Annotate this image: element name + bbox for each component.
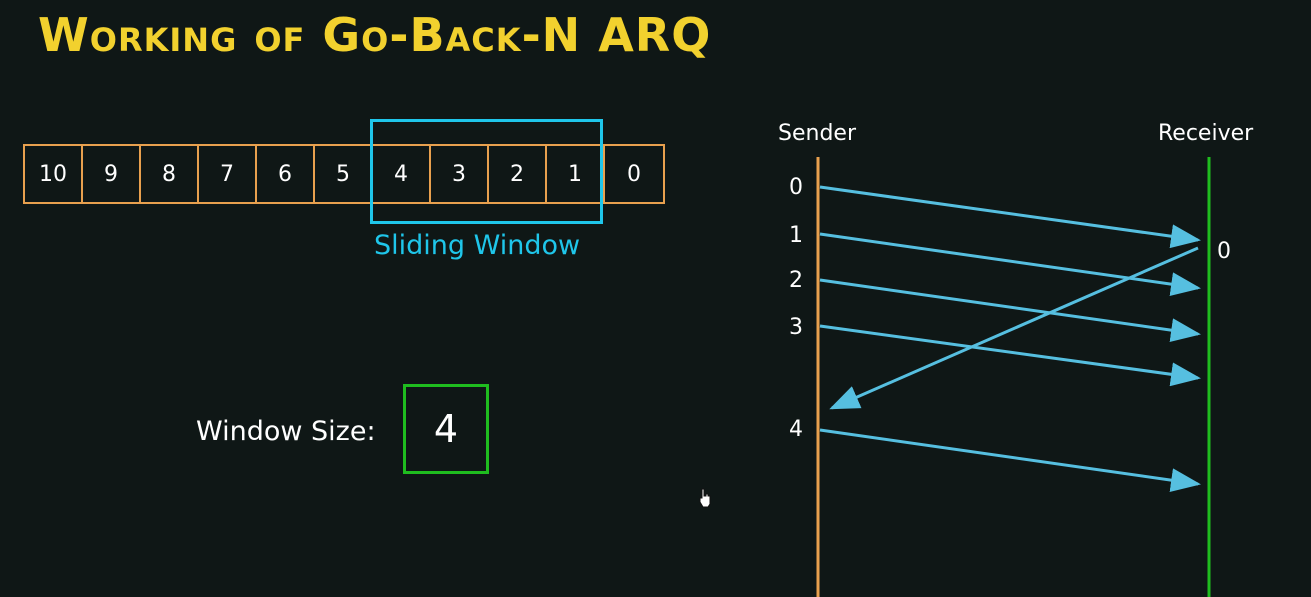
hand-pointer-icon [699, 488, 711, 508]
sequence-diagram: Sender Receiver 0 1 2 3 4 0 [778, 121, 1254, 597]
sender-seq-label: 2 [789, 268, 803, 293]
receiver-label: Receiver [1158, 121, 1254, 146]
sender-seq-label: 4 [789, 417, 803, 442]
sender-seq-label: 1 [789, 223, 803, 248]
sender-label: Sender [778, 121, 857, 146]
frame-arrow [819, 278, 1201, 343]
frame-arrow [819, 185, 1201, 249]
frame-arrow [819, 232, 1201, 297]
frame-arrow [819, 428, 1201, 493]
ack-arrow [829, 246, 1199, 410]
receiver-ack-label: 0 [1217, 239, 1231, 264]
frame-arrow [819, 324, 1201, 387]
sender-seq-label: 0 [789, 175, 803, 200]
sender-seq-label: 3 [789, 315, 803, 340]
